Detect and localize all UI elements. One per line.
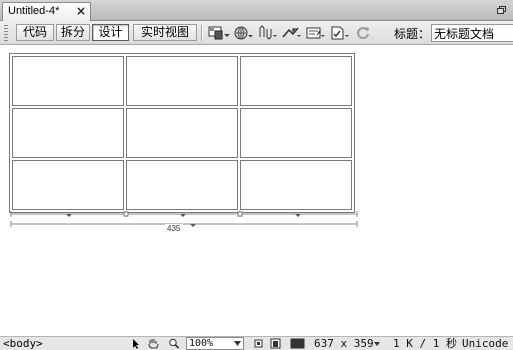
file-management-icon[interactable]: [258, 25, 278, 41]
table-cell[interactable]: [12, 56, 124, 106]
pointer-icon[interactable]: [130, 338, 142, 349]
zoom-value: 100%: [189, 338, 214, 349]
table-cell[interactable]: [126, 56, 238, 106]
column-menu-icon[interactable]: [180, 214, 186, 217]
chevron-down-icon: [234, 341, 241, 346]
table-cell[interactable]: [126, 160, 238, 210]
column-menu-icon[interactable]: [295, 214, 301, 217]
small-window-icon[interactable]: [254, 338, 264, 349]
page-title-input[interactable]: [431, 24, 513, 42]
column-menu-icon[interactable]: [66, 214, 72, 217]
table-cell[interactable]: [240, 56, 352, 106]
table-cell[interactable]: [126, 108, 238, 158]
design-table[interactable]: [9, 53, 355, 213]
zoom-select[interactable]: 100%: [186, 337, 244, 350]
document-tab[interactable]: Untitled-4* ×: [2, 2, 91, 21]
table-row: [12, 160, 352, 210]
live-view-icon[interactable]: [234, 25, 254, 41]
restore-window-icon[interactable]: [497, 6, 506, 14]
download-size-time: 1 K / 1 秒: [393, 337, 457, 350]
table-cell[interactable]: [240, 160, 352, 210]
browser-preview-icon[interactable]: [282, 25, 302, 41]
document-toolbar: 代码 拆分 设计 实时视图 标题： 无标题文档: [0, 21, 513, 45]
tag-selector-body[interactable]: <body>: [3, 337, 43, 350]
multiscreen-icon[interactable]: [208, 25, 230, 41]
document-tab-title: Untitled-4*: [8, 5, 60, 17]
code-view-button[interactable]: 代码: [16, 24, 54, 41]
table-row: [12, 108, 352, 158]
table-width-label: 435: [165, 224, 183, 233]
table-cell[interactable]: [240, 108, 352, 158]
large-window-icon[interactable]: [290, 338, 305, 349]
visual-aids-icon[interactable]: [306, 25, 326, 41]
validate-markup-icon[interactable]: [330, 25, 350, 41]
table-cell[interactable]: [12, 108, 124, 158]
status-bar: <body> 100% 637 x 359 1 K / 1 秒 Unicode: [0, 336, 513, 350]
toolbar-grip-icon[interactable]: [4, 25, 8, 41]
toolbar-separator: [201, 25, 203, 41]
zoom-icon[interactable]: [168, 338, 180, 349]
encoding-label: Unicode: [462, 337, 509, 350]
design-view-button[interactable]: 设计: [92, 24, 129, 41]
hand-icon[interactable]: [147, 338, 160, 349]
medium-window-icon[interactable]: [270, 338, 281, 349]
live-view-button[interactable]: 实时视图: [133, 24, 197, 41]
table-menu-icon[interactable]: [190, 224, 196, 227]
table-row: [12, 56, 352, 106]
design-view-canvas[interactable]: 435: [0, 45, 513, 336]
table-cell[interactable]: [12, 160, 124, 210]
window-size[interactable]: 637 x 359: [314, 337, 374, 350]
table-width-guides[interactable]: [10, 211, 358, 235]
close-tab-icon[interactable]: ×: [76, 4, 86, 18]
document-tab-bar: Untitled-4* ×: [0, 0, 513, 21]
refresh-icon[interactable]: [355, 25, 371, 41]
split-view-button[interactable]: 拆分: [56, 24, 90, 41]
title-label: 标题：: [394, 27, 431, 41]
chevron-down-icon[interactable]: [374, 342, 380, 346]
